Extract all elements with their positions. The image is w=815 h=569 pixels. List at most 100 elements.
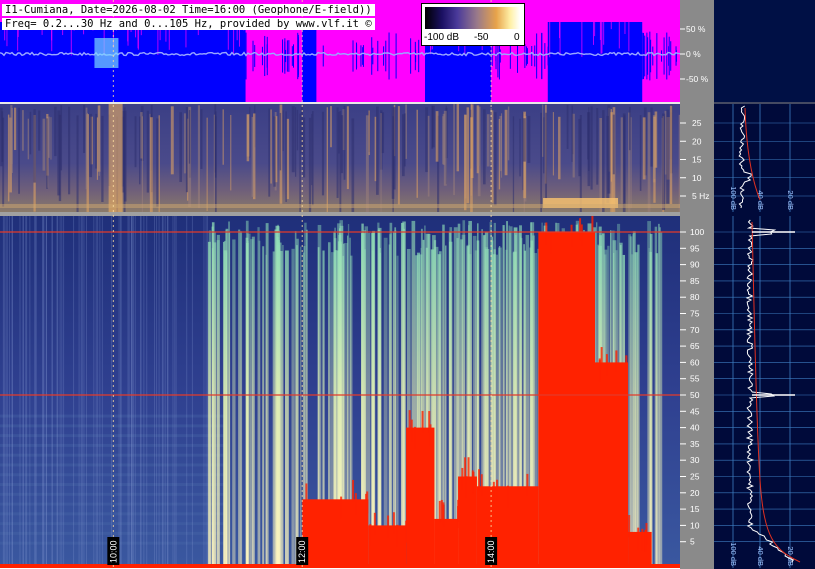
lf-streak xyxy=(639,115,642,191)
geo-tick-label-2: -50 % xyxy=(686,74,709,84)
lf-streak xyxy=(141,116,143,217)
lf-floor-band xyxy=(0,204,680,208)
lf-streak xyxy=(403,113,406,167)
hf-tick-label-1: 10 xyxy=(690,520,700,530)
time-label-1: 12:00 xyxy=(297,540,307,563)
lf-streak xyxy=(308,117,312,216)
hf-faint-streak xyxy=(3,216,5,568)
geophone-spike xyxy=(388,32,390,80)
lf-streak xyxy=(494,112,497,206)
colorbar-legend: -100 dB -50 0 xyxy=(421,3,525,46)
geophone-spike xyxy=(652,46,654,66)
lf-streak xyxy=(527,115,531,163)
hf-saturation-7 xyxy=(595,362,629,568)
geophone-gap xyxy=(618,22,620,49)
hf-streak xyxy=(396,255,399,568)
lf-streak xyxy=(296,109,299,151)
hf-streak xyxy=(291,248,295,568)
hf-tick-label-0: 5 xyxy=(690,537,695,547)
lf-streak xyxy=(431,105,434,149)
hf-faint-streak xyxy=(95,216,97,568)
hf-saturation-spike xyxy=(396,524,399,547)
hf-saturation-spike xyxy=(600,347,603,370)
hf-streak xyxy=(214,232,217,569)
lf-streak xyxy=(68,106,71,195)
lf-streak xyxy=(542,104,544,157)
lf-streak xyxy=(0,107,3,167)
geophone-spike xyxy=(297,32,299,80)
geophone-spike xyxy=(661,50,663,62)
lf-streak xyxy=(282,110,284,152)
hf-saturation-0 xyxy=(302,499,369,568)
geophone-gap xyxy=(558,22,560,39)
hf-saturation-spike xyxy=(392,512,395,535)
lf-streak xyxy=(230,114,232,191)
hf-faint-streak xyxy=(205,216,207,568)
lf-streak xyxy=(578,118,581,177)
geophone-gap xyxy=(592,22,594,45)
lf-streak xyxy=(466,107,470,204)
hf-streak xyxy=(208,230,212,568)
hf-streak xyxy=(300,246,302,569)
hf-saturation-8 xyxy=(628,531,652,568)
geophone-spike xyxy=(418,39,420,73)
lf-streak xyxy=(666,109,670,204)
hf-faint-streak xyxy=(110,216,112,568)
hf-saturation-spike xyxy=(440,499,443,522)
geophone-gap xyxy=(549,22,551,58)
lf-streak xyxy=(214,116,217,216)
hf-streak xyxy=(296,238,299,568)
lf-streak xyxy=(83,104,86,154)
lf-streak xyxy=(622,113,626,217)
lf-streak xyxy=(486,114,490,167)
profile-xlabel-0-2: 20 dB xyxy=(786,190,795,210)
hf-faint-streak xyxy=(26,216,28,568)
lf-streak xyxy=(566,104,569,149)
hf-streak xyxy=(448,231,452,569)
hf-streak xyxy=(637,244,640,568)
lf-streak xyxy=(188,110,191,164)
geophone-spike xyxy=(509,43,511,69)
lf-streak xyxy=(435,111,439,162)
lf-streak xyxy=(650,107,653,167)
lf-streak xyxy=(425,107,429,173)
geophone-spike xyxy=(266,44,268,68)
hf-streak xyxy=(383,237,388,568)
hf-faint-streak xyxy=(143,216,145,568)
lf-streak xyxy=(96,117,99,180)
lf-streak xyxy=(87,112,89,163)
lf-streak xyxy=(543,117,545,174)
hf-streak xyxy=(232,239,236,568)
lf-streak xyxy=(7,114,10,202)
geophone-spike xyxy=(526,48,528,64)
hf-faint-streak xyxy=(146,216,148,568)
hf-tick-label-18: 95 xyxy=(690,243,700,253)
lf-streak xyxy=(27,118,30,160)
hf-faint-streak xyxy=(134,216,136,568)
hf-faint-streak xyxy=(6,216,8,568)
geophone-gap xyxy=(581,22,583,57)
hf-saturation-spike xyxy=(628,515,631,538)
lf-streak xyxy=(13,107,17,150)
geophone-spike xyxy=(371,37,373,75)
hf-faint-streak xyxy=(63,216,65,568)
geophone-spike xyxy=(647,37,649,75)
geophone-gap xyxy=(594,22,596,37)
lf-streak xyxy=(427,115,430,197)
geophone-spike xyxy=(360,45,362,67)
hf-faint-streak xyxy=(61,216,63,568)
lf-streak xyxy=(326,107,329,213)
hf-tick-label-17: 90 xyxy=(690,260,700,270)
separator-1 xyxy=(0,102,680,104)
geophone-spike xyxy=(656,33,658,79)
lf-streak xyxy=(476,105,480,166)
geophone-spike xyxy=(286,40,288,72)
lf-streak xyxy=(453,104,455,196)
lf-streak xyxy=(18,107,20,194)
geophone-spike xyxy=(264,35,266,77)
lf-streak xyxy=(540,112,543,215)
lf-streak xyxy=(552,112,554,176)
lf-streak xyxy=(587,112,590,160)
lf-streak xyxy=(185,107,189,193)
hf-streak xyxy=(250,239,254,568)
